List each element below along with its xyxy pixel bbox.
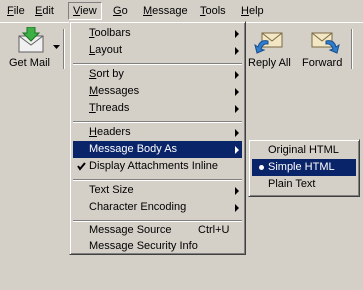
reply-all-label: Reply All <box>248 57 291 69</box>
menu-item-sort-by[interactable]: Sort by <box>73 66 242 83</box>
get-mail-dropdown-icon[interactable] <box>53 45 60 49</box>
menu-item-text-size[interactable]: Text Size <box>73 182 242 199</box>
menu-separator <box>73 121 242 123</box>
menu-item-label: Message Source <box>89 224 172 236</box>
get-mail-label: Get Mail <box>9 57 50 69</box>
view-menu: Toolbars Layout Sort by Messages Threads… <box>69 21 246 255</box>
menu-edit[interactable]: Edit <box>31 3 58 19</box>
menu-item-label: Threads <box>89 102 130 114</box>
menu-item-messages[interactable]: Messages <box>73 83 242 100</box>
menu-separator <box>73 179 242 181</box>
menu-view-rest: iew <box>80 5 97 17</box>
toolbar-separator <box>351 29 353 69</box>
menu-item-message-source[interactable]: Message Source Ctrl+U <box>73 222 242 239</box>
menu-item-threads[interactable]: Threads <box>73 100 242 117</box>
menu-file[interactable]: File <box>3 3 29 19</box>
menu-item-original-html[interactable]: Original HTML <box>252 142 356 159</box>
menu-item-display-attachments-inline[interactable]: Display Attachments Inline <box>73 158 242 175</box>
submenu-arrow-icon <box>235 204 239 212</box>
reply-all-icon <box>254 32 283 54</box>
menu-go-rest: o <box>121 5 128 17</box>
menu-item-headers[interactable]: Headers <box>73 124 242 141</box>
menu-item-label: Simple HTML <box>268 161 335 173</box>
message-body-as-submenu: Original HTML Simple HTML Plain Text <box>248 139 360 197</box>
menu-message-rest: essage <box>152 5 188 17</box>
submenu-arrow-icon <box>235 187 239 195</box>
menu-bar: File Edit View Go Message Tools Help <box>0 0 363 22</box>
menu-item-label: Message Security Info <box>89 240 198 252</box>
menu-item-label: Message Body As <box>89 143 178 155</box>
menu-view[interactable]: View <box>68 2 102 20</box>
toolbar-separator <box>63 29 65 69</box>
menu-go[interactable]: Go <box>109 3 132 19</box>
menu-item-message-body-as[interactable]: Message Body As <box>73 141 242 158</box>
menu-help-rest: elp <box>248 5 264 17</box>
menu-item-label: Messages <box>89 85 140 97</box>
menu-help[interactable]: Help <box>237 3 268 19</box>
reply-all-button[interactable]: Reply All <box>244 27 294 71</box>
forward-icon <box>311 32 340 54</box>
menu-item-label: Text Size <box>89 184 134 196</box>
menu-item-layout[interactable]: Layout <box>73 42 242 59</box>
menu-file-rest: ile <box>13 5 25 17</box>
menu-item-label: Sort by <box>89 68 124 80</box>
menu-item-plain-text[interactable]: Plain Text <box>252 176 356 193</box>
submenu-arrow-icon <box>235 146 239 154</box>
submenu-arrow-icon <box>235 47 239 55</box>
get-mail-button[interactable]: Get Mail <box>8 27 54 71</box>
forward-label: Forward <box>302 57 343 69</box>
menu-item-character-encoding[interactable]: Character Encoding <box>73 199 242 216</box>
menu-item-label: Layout <box>89 44 123 56</box>
submenu-arrow-icon <box>235 105 239 113</box>
menu-item-label: Character Encoding <box>89 201 187 213</box>
menu-item-simple-html[interactable]: Simple HTML <box>252 159 356 176</box>
menu-item-label: Display Attachments Inline <box>89 160 219 172</box>
menu-item-message-security-info[interactable]: Message Security Info <box>73 238 242 255</box>
menu-tools[interactable]: Tools <box>196 3 230 19</box>
submenu-arrow-icon <box>235 71 239 79</box>
submenu-arrow-icon <box>235 129 239 137</box>
submenu-arrow-icon <box>235 30 239 38</box>
menu-message[interactable]: Message <box>139 3 192 19</box>
shortcut-text: Ctrl+U <box>198 224 230 236</box>
menu-item-toolbars[interactable]: Toolbars <box>73 25 242 42</box>
menu-edit-rest: dit <box>42 5 54 17</box>
menu-item-label: Toolbars <box>89 27 131 39</box>
forward-button[interactable]: Forward <box>298 27 348 71</box>
menu-item-label: Original HTML <box>268 144 339 156</box>
menu-item-label: Plain Text <box>268 178 316 190</box>
menu-item-label: Headers <box>89 126 131 138</box>
radio-bullet-icon <box>259 165 264 170</box>
get-mail-icon <box>18 27 44 53</box>
menu-separator <box>73 63 242 65</box>
submenu-arrow-icon <box>235 88 239 96</box>
menu-tools-rest: ools <box>205 5 226 17</box>
